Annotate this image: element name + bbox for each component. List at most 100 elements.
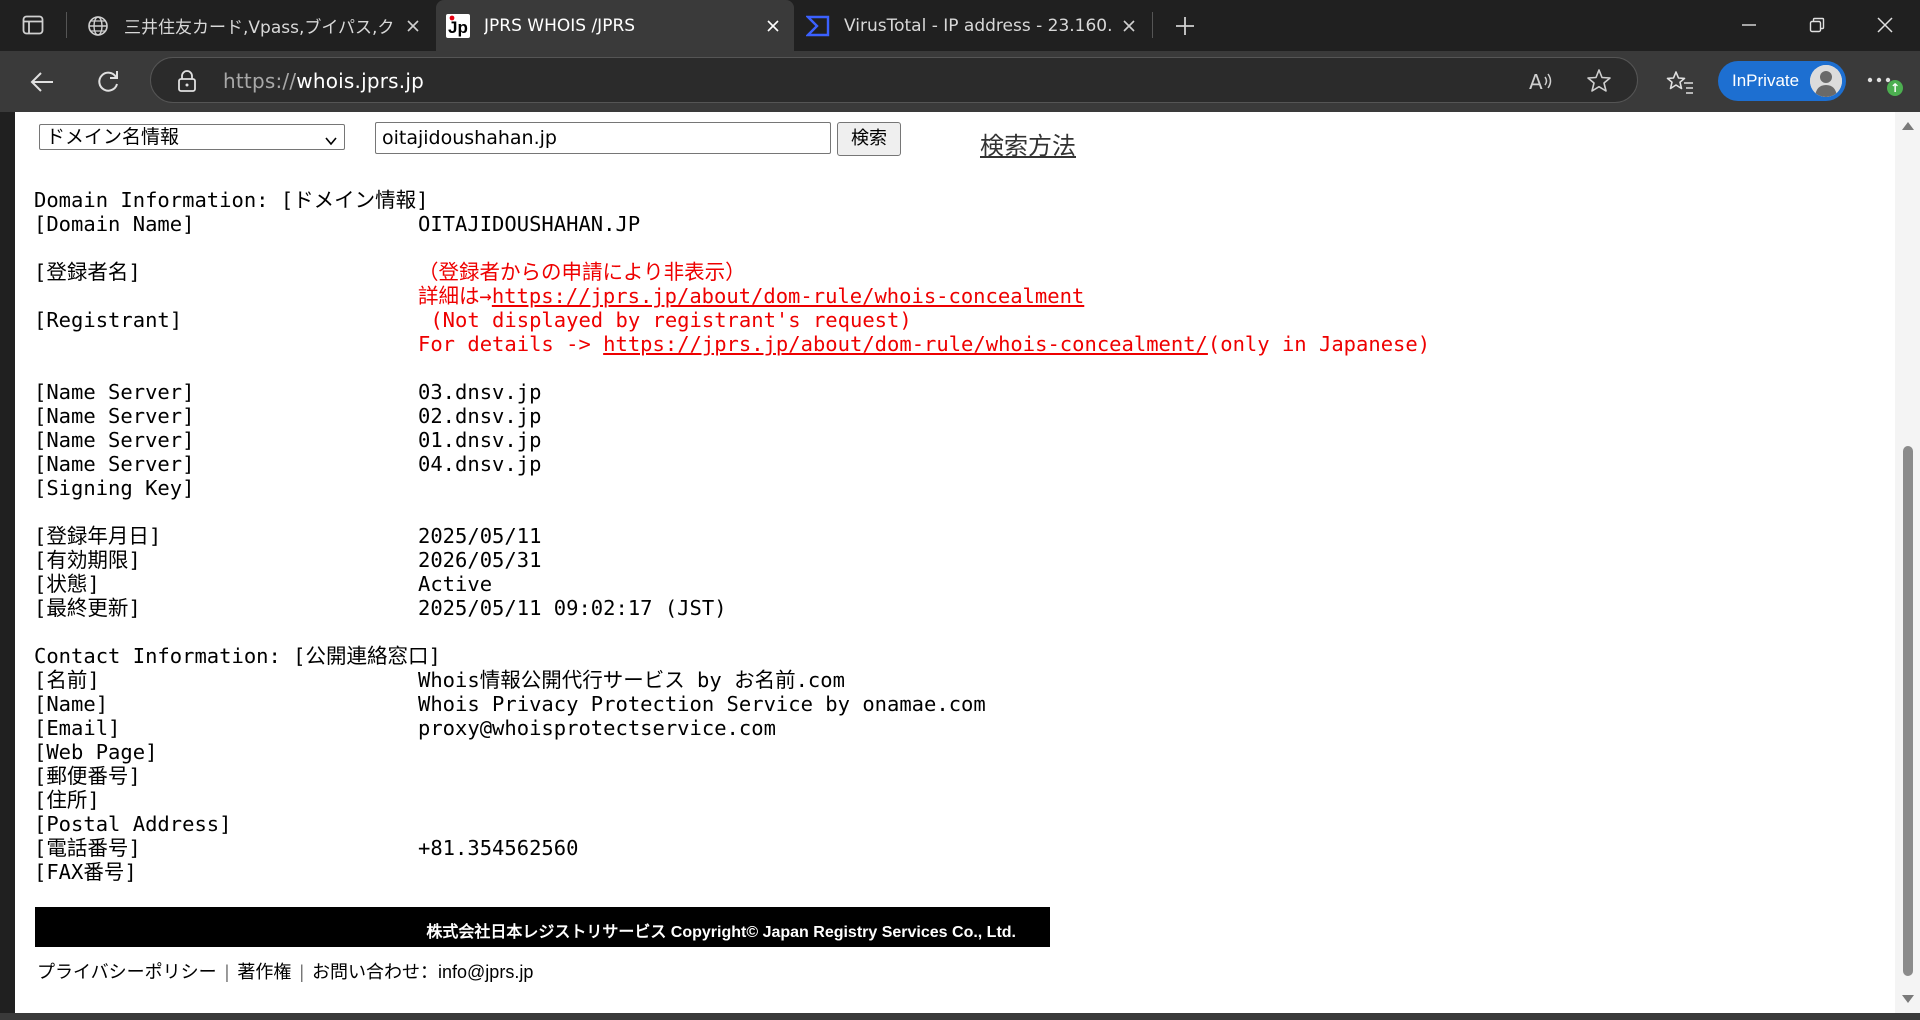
window-bottom-edge [0,1013,1920,1020]
field-key: [Name Server] [34,380,195,404]
inprivate-label: InPrivate [1732,71,1800,90]
concealment-link-ja[interactable]: https://jprs.jp/about/dom-rule/whois-con… [492,284,1084,308]
registrant-hidden-ja: （登録者からの申請により非表示） [418,260,746,284]
minimize-icon[interactable] [1732,8,1766,42]
details-en: For details -> https://jprs.jp/about/dom… [418,332,1430,356]
field-key: [Name Server] [34,404,195,428]
svg-text:Jp: Jp [448,18,468,37]
field-key: [最終更新] [34,596,141,620]
field-key: [Web Page] [34,740,158,764]
tab-title: 三井住友カード,Vpass,ブイパス,クレジ [124,18,398,38]
field-key: [Email] [34,716,121,740]
contact-name-ja-value: Whois情報公開代行サービス by お名前.com [418,668,845,692]
field-key: [Name Server] [34,452,195,476]
field-key: [登録年月日] [34,524,162,548]
field-key: [住所] [34,788,100,812]
refresh-icon[interactable] [90,64,126,100]
footer-links: プライバシーポリシー | 著作権 | お問い合わせ：info@jprs.jp [37,958,533,984]
globe-icon [86,14,110,38]
scrollbar-thumb[interactable] [1903,446,1913,976]
read-aloud-icon[interactable]: A [1527,67,1555,95]
chevron-down-icon [324,130,338,154]
contact-name-value: Whois Privacy Protection Service by onam… [418,692,986,716]
concealment-link-en[interactable]: https://jprs.jp/about/dom-rule/whois-con… [603,332,1208,356]
tab-strip: 三井住友カード,Vpass,ブイパス,クレジ Jp JPRS WHOIS /JP… [0,0,1920,51]
url-text[interactable]: https://whois.jprs.jp [223,69,424,93]
scroll-up-icon[interactable] [1902,122,1914,130]
name-server-value: 04.dnsv.jp [418,452,542,476]
favorite-star-icon[interactable] [1585,67,1613,95]
close-tab-icon[interactable] [398,11,428,41]
tab-mitsui[interactable]: 三井住友カード,Vpass,ブイパス,クレジ [76,0,434,51]
field-key: [名前] [34,668,100,692]
restore-icon[interactable] [1800,8,1834,42]
tab-title: JPRS WHOIS /JPRS [484,15,636,36]
field-key: [郵便番号] [34,764,141,788]
page-content: ドメイン名情報 oitajidoushahan.jp 検索 検索方法 Domai… [15,112,1895,1013]
tab-separator [66,12,67,38]
tab-jprs-whois[interactable]: Jp JPRS WHOIS /JPRS [436,0,794,51]
browser-toolbar: https://whois.jprs.jp A InPrivate ↑ [0,51,1920,112]
tab-virustotal[interactable]: VirusTotal - IP address - 23.160.19 [796,0,1150,51]
status-value: Active [418,572,493,596]
contact-email-value: proxy@whoisprotectservice.com [418,716,776,740]
new-tab-icon[interactable] [1170,12,1200,40]
field-key: [電話番号] [34,836,141,860]
privacy-policy-link[interactable]: プライバシーポリシー [37,962,217,982]
field-key: [Name Server] [34,428,195,452]
name-server-value: 03.dnsv.jp [418,380,542,404]
close-tab-icon[interactable] [1114,11,1144,41]
jprs-icon: Jp [446,13,470,38]
vertical-scrollbar[interactable] [1895,112,1920,1013]
domain-search-input[interactable]: oitajidoushahan.jp [375,122,831,154]
url-scheme: https:// [223,69,297,93]
copyright-text: 株式会社日本レジストリサービス Copyright© Japan Registr… [426,924,1016,941]
details-en-prefix: For details -> [418,332,604,356]
contact-link[interactable]: お問い合わせ：info@jprs.jp [312,962,533,982]
field-key: [Postal Address] [34,812,232,836]
lock-icon[interactable] [177,69,197,97]
tab-actions-icon[interactable] [22,14,44,36]
copyright-bar: 株式会社日本レジストリサービス Copyright© Japan Registr… [35,907,1050,947]
scroll-down-icon[interactable] [1902,995,1914,1003]
contact-phone-value: +81.354562560 [418,836,579,860]
registered-date-value: 2025/05/11 [418,524,542,548]
name-server-value: 02.dnsv.jp [418,404,542,428]
svg-text:A: A [1529,70,1543,93]
field-key: [Registrant] [34,308,183,332]
favorites-icon[interactable] [1662,64,1698,100]
copyright-link[interactable]: 著作権 [237,962,291,982]
registrant-hidden-en: (Not displayed by registrant's request) [418,308,912,332]
field-key: [状態] [34,572,100,596]
address-bar[interactable]: https://whois.jprs.jp A [150,57,1638,103]
url-host: whois.jprs.jp [296,69,425,93]
close-tab-icon[interactable] [758,11,788,41]
search-type-select[interactable]: ドメイン名情報 [39,124,345,150]
domain-name-value: OITAJIDOUSHAHAN.JP [418,212,641,236]
field-key: [有効期限] [34,548,141,572]
inprivate-profile-button[interactable]: InPrivate [1718,61,1846,101]
back-icon[interactable] [24,64,60,100]
search-help-link[interactable]: 検索方法 [980,126,1076,161]
details-ja-prefix: 詳細は→ [418,284,492,308]
field-key: [Signing Key] [34,476,195,500]
tab-title: VirusTotal - IP address - 23.160.19 [844,15,1114,36]
contact-info-header: Contact Information: [公開連絡窓口] [34,644,441,668]
footer-divider: | [224,962,230,982]
close-window-icon[interactable] [1868,8,1902,42]
tab-separator [1152,12,1153,38]
virustotal-icon [806,14,830,38]
field-key: [Domain Name] [34,212,195,236]
search-button[interactable]: 検索 [837,122,901,156]
field-key: [Name] [34,692,109,716]
avatar [1810,65,1842,97]
field-key: [登録者名] [34,260,141,284]
details-en-suffix: (only in Japanese) [1207,332,1431,356]
footer-divider: | [299,962,305,982]
last-updated-value: 2025/05/11 09:02:17 (JST) [418,596,727,620]
update-badge-icon: ↑ [1887,80,1903,96]
expiry-date-value: 2026/05/31 [418,548,542,572]
field-key: [FAX番号] [34,860,137,884]
name-server-value: 01.dnsv.jp [418,428,542,452]
search-type-value: ドメイン名情報 [46,126,180,148]
